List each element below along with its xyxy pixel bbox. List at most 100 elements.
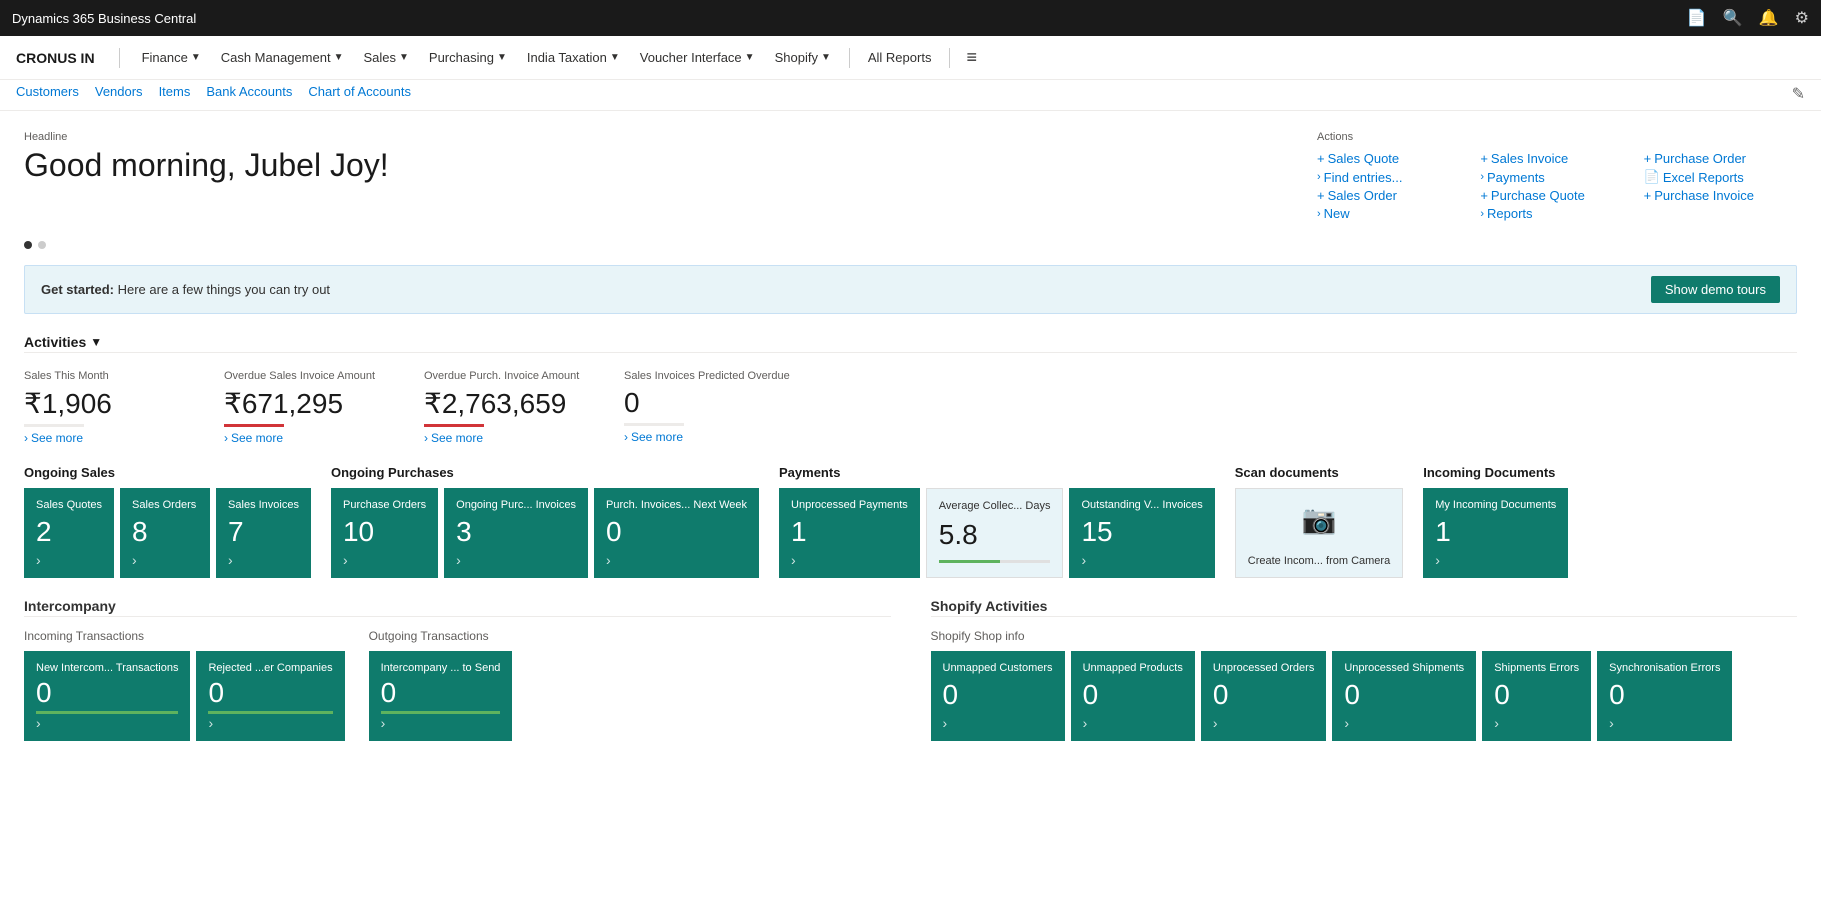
incoming-docs-title: Incoming Documents [1423, 465, 1568, 480]
intercompany-section: Intercompany Incoming Transactions New I… [24, 598, 891, 741]
nav-item-voucher-interface[interactable]: Voucher Interface ▼ [630, 36, 765, 80]
tile-outstanding-v-invoices[interactable]: Outstanding V... Invoices 15 › [1069, 488, 1214, 578]
subnav-bank-accounts[interactable]: Bank Accounts [206, 84, 292, 104]
subnav-customers[interactable]: Customers [16, 84, 79, 104]
action-new[interactable]: › New [1317, 206, 1470, 221]
see-more-3[interactable]: › See more [624, 430, 790, 444]
incoming-transactions-title: Incoming Transactions [24, 629, 345, 643]
tile-avg-collect-value: 5.8 [939, 519, 1051, 551]
tile-arrow: › [36, 715, 178, 731]
outgoing-transactions-title: Outgoing Transactions [369, 629, 513, 643]
bottom-row: Intercompany Incoming Transactions New I… [24, 598, 1797, 741]
tile-arrow: › [1344, 715, 1464, 731]
action-find-entries[interactable]: › Find entries... [1317, 169, 1470, 185]
nav-item-finance[interactable]: Finance ▼ [132, 36, 211, 80]
ongoing-sales-title: Ongoing Sales [24, 465, 311, 480]
tile-new-intercom-value: 0 [36, 677, 178, 709]
action-reports[interactable]: › Reports [1480, 206, 1633, 221]
nav-item-cash-management[interactable]: Cash Management ▼ [211, 36, 354, 80]
action-sales-invoice[interactable]: + Sales Invoice [1480, 151, 1633, 166]
chevron-down-icon: ▼ [610, 52, 620, 63]
tile-sync-errors-title: Synchronisation Errors [1609, 661, 1720, 675]
tile-purchase-orders-value: 10 [343, 516, 426, 548]
nav-item-all-reports[interactable]: All Reports [858, 36, 942, 80]
show-demo-tours-button[interactable]: Show demo tours [1651, 276, 1780, 303]
tile-sales-orders[interactable]: Sales Orders 8 › [120, 488, 210, 578]
settings-icon[interactable]: ⚙ [1795, 8, 1809, 28]
edit-page-icon[interactable]: ✎ [1792, 84, 1805, 104]
payments-title: Payments [779, 465, 1215, 480]
tile-ongoing-purc-title: Ongoing Purc... Invoices [456, 498, 576, 512]
tile-purchase-orders[interactable]: Purchase Orders 10 › [331, 488, 438, 578]
shopify-section: Shopify Activities Shopify Shop info Unm… [931, 598, 1798, 741]
tile-unmapped-cust-value: 0 [943, 679, 1053, 711]
tile-synchronisation-errors[interactable]: Synchronisation Errors 0 › [1597, 651, 1732, 741]
tile-shipments-errors[interactable]: Shipments Errors 0 › [1482, 651, 1591, 741]
action-sales-quote[interactable]: + Sales Quote [1317, 151, 1470, 166]
nav-item-sales[interactable]: Sales ▼ [353, 36, 418, 80]
nav-item-purchasing[interactable]: Purchasing ▼ [419, 36, 517, 80]
tile-unprocessed-shipments[interactable]: Unprocessed Shipments 0 › [1332, 651, 1476, 741]
tile-arrow: › [1213, 715, 1315, 731]
tile-create-incoming-camera[interactable]: 📷 Create Incom... from Camera [1235, 488, 1403, 578]
tile-new-intercom-transactions[interactable]: New Intercom... Transactions 0 › [24, 651, 190, 741]
action-purchase-invoice[interactable]: + Purchase Invoice [1644, 188, 1797, 203]
tile-arrow: › [456, 552, 576, 568]
activity-overdue-sales: Overdue Sales Invoice Amount ₹671,295 › … [224, 369, 384, 445]
tile-outstanding-value: 15 [1081, 516, 1202, 548]
tile-arrow: › [1609, 715, 1720, 731]
bell-icon[interactable]: 🔔 [1759, 8, 1779, 28]
tile-unmapped-customers[interactable]: Unmapped Customers 0 › [931, 651, 1065, 741]
action-excel-reports[interactable]: 📄 Excel Reports [1644, 169, 1797, 185]
tile-sales-quotes[interactable]: Sales Quotes 2 › [24, 488, 114, 578]
company-name[interactable]: CRONUS IN [16, 50, 95, 66]
see-more-1[interactable]: › See more [224, 431, 384, 445]
tile-sales-orders-value: 8 [132, 516, 198, 548]
carousel-dot-1[interactable] [24, 241, 32, 249]
action-purchase-quote[interactable]: + Purchase Quote [1480, 188, 1633, 203]
action-payments[interactable]: › Payments [1480, 169, 1633, 185]
tile-unprocessed-orders-title: Unprocessed Orders [1213, 661, 1315, 675]
document-icon[interactable]: 📄 [1687, 8, 1707, 28]
tile-purch-invoices-next-week[interactable]: Purch. Invoices... Next Week 0 › [594, 488, 759, 578]
tile-rejected-companies[interactable]: Rejected ...er Companies 0 › [196, 651, 344, 741]
tile-arrow: › [132, 552, 198, 568]
activities-chevron[interactable]: ▼ [90, 335, 102, 349]
tile-unmapped-products[interactable]: Unmapped Products 0 › [1071, 651, 1195, 741]
chevron-down-icon: ▼ [745, 52, 755, 63]
subnav-items[interactable]: Items [159, 84, 191, 104]
tile-ongoing-purc-invoices[interactable]: Ongoing Purc... Invoices 3 › [444, 488, 588, 578]
see-more-2[interactable]: › See more [424, 431, 584, 445]
tile-arrow: › [228, 552, 299, 568]
nav-separator-2 [949, 48, 950, 68]
tile-intercompany-to-send[interactable]: Intercompany ... to Send 0 › [369, 651, 513, 741]
subnav-vendors[interactable]: Vendors [95, 84, 143, 104]
nav-item-shopify[interactable]: Shopify ▼ [765, 36, 841, 80]
nav-more-button[interactable]: ≡ [958, 47, 985, 68]
action-sales-order[interactable]: + Sales Order [1317, 188, 1470, 203]
tile-my-incoming-documents[interactable]: My Incoming Documents 1 › [1423, 488, 1568, 578]
activities-row: Sales This Month ₹1,906 › See more Overd… [24, 369, 1797, 445]
chevron-down-icon: ▼ [497, 52, 507, 63]
tile-unprocessed-payments[interactable]: Unprocessed Payments 1 › [779, 488, 920, 578]
activity-bar-0 [24, 424, 84, 427]
search-icon[interactable]: 🔍 [1723, 8, 1743, 28]
ongoing-purchases-section: Ongoing Purchases Purchase Orders 10 › O… [331, 465, 759, 578]
tile-arrow: › [791, 552, 908, 568]
tile-average-collect-days[interactable]: Average Collec... Days 5.8 [926, 488, 1064, 578]
topbar: Dynamics 365 Business Central 📄 🔍 🔔 ⚙ [0, 0, 1821, 36]
activity-label-1: Overdue Sales Invoice Amount [224, 369, 384, 383]
nav-item-india-taxation[interactable]: India Taxation ▼ [517, 36, 630, 80]
tile-sales-invoices[interactable]: Sales Invoices 7 › [216, 488, 311, 578]
see-more-0[interactable]: › See more [24, 431, 184, 445]
actions-grid: + Sales Quote + Sales Invoice + Purchase… [1317, 151, 1797, 221]
action-purchase-order[interactable]: + Purchase Order [1644, 151, 1797, 166]
subnav-chart-of-accounts[interactable]: Chart of Accounts [308, 84, 411, 104]
carousel-dot-2[interactable] [38, 241, 46, 249]
ongoing-sales-tiles: Sales Quotes 2 › Sales Orders 8 › Sales … [24, 488, 311, 578]
chevron-down-icon: ▼ [821, 52, 831, 63]
tile-unprocessed-orders[interactable]: Unprocessed Orders 0 › [1201, 651, 1327, 741]
tile-sales-quotes-value: 2 [36, 516, 102, 548]
activity-label-0: Sales This Month [24, 369, 184, 383]
tile-sales-invoices-value: 7 [228, 516, 299, 548]
